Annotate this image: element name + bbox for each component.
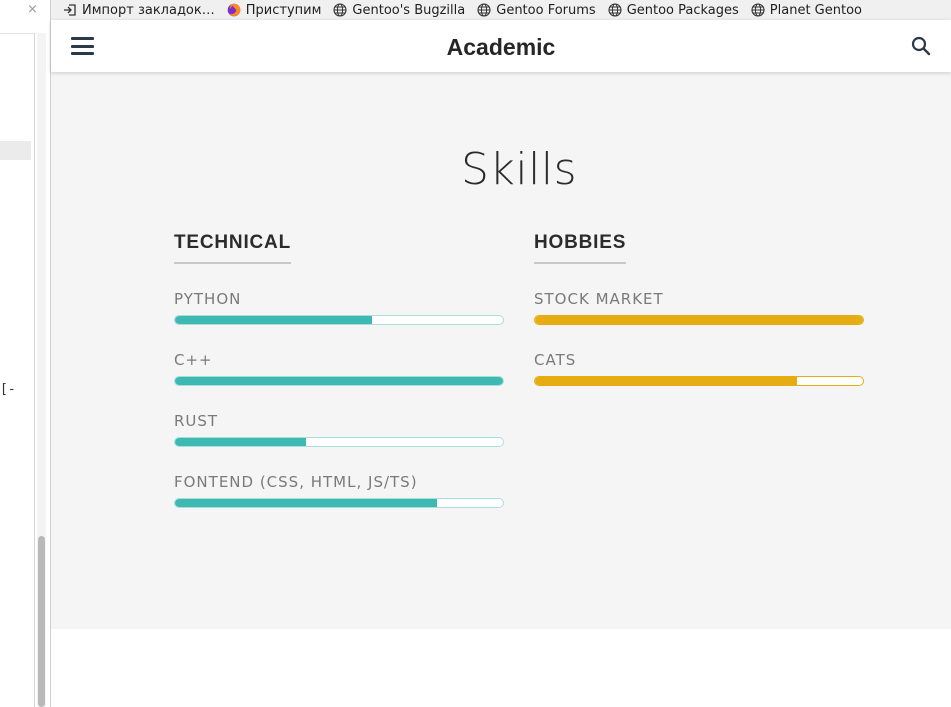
skill-item: C++ <box>174 351 504 386</box>
bookmark-label: Импорт закладок… <box>82 2 215 18</box>
skill-name: RUST <box>174 412 219 430</box>
bookmark-bugzilla[interactable]: Gentoo's Bugzilla <box>333 3 465 18</box>
divider <box>0 33 34 34</box>
site-navbar: Academic <box>51 20 951 72</box>
section-title: Skills <box>460 144 577 195</box>
close-icon[interactable]: × <box>27 2 38 17</box>
divider <box>34 33 35 707</box>
firefox-icon <box>227 3 241 17</box>
bookmarks-bar: Импорт закладок… Приступим Gentoo's Bugz… <box>51 0 951 20</box>
skill-bar <box>174 498 504 508</box>
skill-bar-fill <box>175 499 438 507</box>
skill-name: CATS <box>534 351 577 369</box>
skill-bar-fill <box>175 316 372 324</box>
globe-icon <box>333 3 347 17</box>
skill-name: FONTEND (CSS, HTML, JS/TS) <box>174 473 418 491</box>
skills-section: Skills TECHNICAL PYTHON C++ RUST FONTEND… <box>51 72 951 629</box>
skill-bar <box>174 376 504 386</box>
bookmark-label: Gentoo Packages <box>626 2 739 18</box>
skill-bar-fill <box>535 316 863 324</box>
bookmark-label: Приступим <box>245 2 322 18</box>
bookmark-import[interactable]: Импорт закладок… <box>63 3 215 18</box>
skill-item: CATS <box>534 351 864 386</box>
globe-icon <box>477 3 491 17</box>
import-icon <box>63 3 77 17</box>
truncated-text: [- <box>0 382 16 397</box>
bookmark-label: Planet Gentoo <box>769 2 862 18</box>
bookmark-label: Gentoo Forums <box>496 2 596 18</box>
skill-bar-fill <box>535 377 798 385</box>
web-page: Academic Skills TECHNICAL PYTHON C++ RUS… <box>51 20 951 707</box>
skill-bar <box>174 437 504 447</box>
technical-column: TECHNICAL PYTHON C++ RUST FONTEND (CSS, … <box>174 232 504 508</box>
search-icon[interactable] <box>911 36 931 56</box>
selected-row[interactable] <box>0 141 31 160</box>
skill-bar-fill <box>175 438 307 446</box>
skill-name: C++ <box>174 351 213 369</box>
bookmark-planet[interactable]: Planet Gentoo <box>751 3 862 18</box>
skill-item: FONTEND (CSS, HTML, JS/TS) <box>174 473 504 508</box>
bookmark-forums[interactable]: Gentoo Forums <box>477 2 596 18</box>
bookmark-label: Gentoo's Bugzilla <box>352 2 466 18</box>
bookmark-get-started[interactable]: Приступим <box>227 2 322 18</box>
skill-name: PYTHON <box>174 290 242 308</box>
column-heading: HOBBIES <box>534 232 627 264</box>
globe-icon <box>608 3 622 17</box>
skill-item: STOCK MARKET <box>534 290 864 325</box>
site-brand[interactable]: Academic <box>447 34 556 60</box>
scrollbar-thumb[interactable] <box>38 536 45 707</box>
skill-item: RUST <box>174 412 504 447</box>
skill-bar-fill <box>175 377 503 385</box>
skill-name: STOCK MARKET <box>534 290 664 308</box>
brand-wrapper: Academic <box>51 20 951 72</box>
skill-bar <box>534 376 864 386</box>
skill-item: PYTHON <box>174 290 504 325</box>
column-heading: TECHNICAL <box>174 232 291 264</box>
side-panel: × [- <box>0 0 51 707</box>
bookmark-packages[interactable]: Gentoo Packages <box>608 3 739 18</box>
skill-bar <box>534 315 864 325</box>
hobbies-column: HOBBIES STOCK MARKET CATS <box>534 232 864 386</box>
skill-bar <box>174 315 504 325</box>
globe-icon <box>751 3 765 17</box>
